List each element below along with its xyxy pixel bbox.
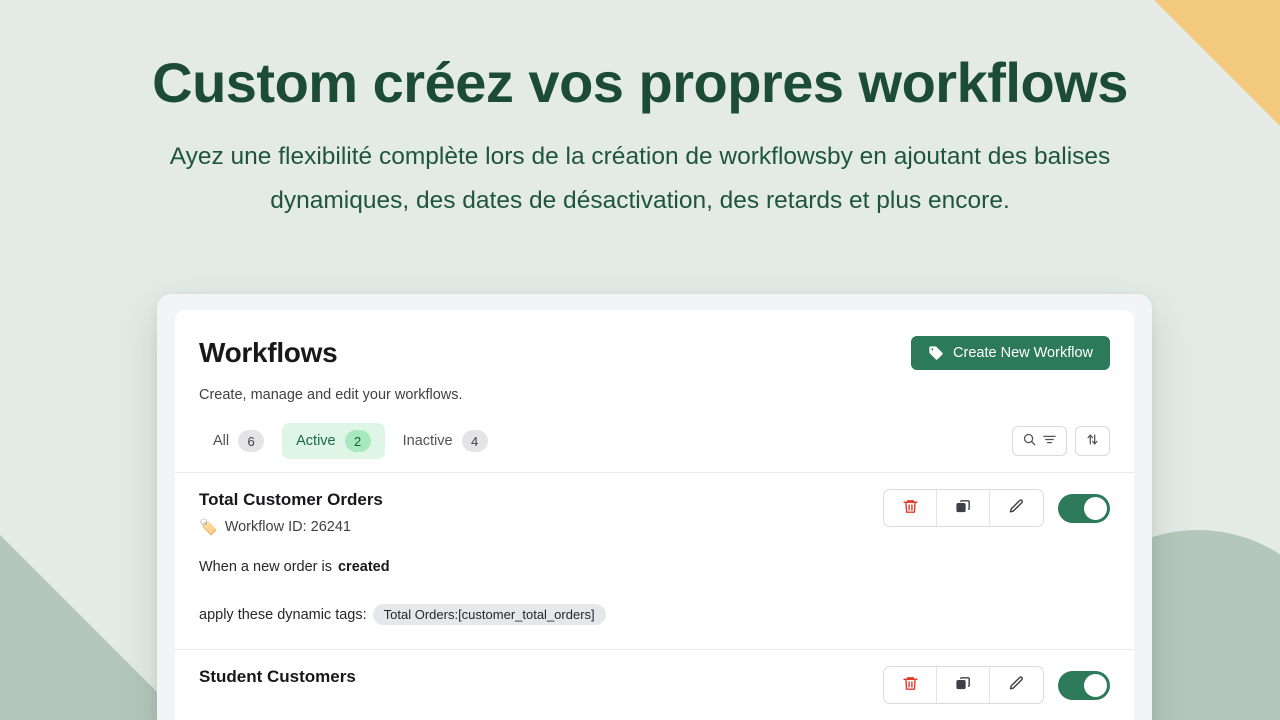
workflow-name: Total Customer Orders <box>199 489 383 511</box>
edit-button[interactable] <box>990 667 1043 703</box>
workflow-row[interactable]: Total Customer Orders 🏷️ Workflow ID: 26… <box>175 473 1134 650</box>
tab-all[interactable]: All 6 <box>199 423 278 459</box>
create-new-workflow-label: Create New Workflow <box>953 345 1093 361</box>
workflow-id: 🏷️ Workflow ID: 26241 <box>199 519 383 535</box>
trash-icon <box>902 675 919 695</box>
hero-title: Custom créez vos propres workflows <box>0 52 1280 115</box>
tab-all-label: All <box>213 433 229 449</box>
filter-lines-icon <box>1042 432 1057 450</box>
copy-icon <box>955 498 972 518</box>
workflow-enabled-toggle[interactable] <box>1058 671 1110 700</box>
delete-button[interactable] <box>884 490 937 526</box>
tab-active-count: 2 <box>345 430 371 452</box>
workflow-trigger-prefix: When a new order is <box>199 559 332 575</box>
hero-section: Custom créez vos propres workflows Ayez … <box>0 0 1280 223</box>
search-filter-button[interactable] <box>1012 426 1067 456</box>
workflow-trigger-event: created <box>338 559 390 575</box>
workflow-id-label: Workflow ID: 26241 <box>225 519 351 535</box>
row-actions <box>883 489 1110 527</box>
tab-active-label: Active <box>296 433 336 449</box>
toggle-knob <box>1084 497 1107 520</box>
filter-actions <box>1012 426 1110 456</box>
tag-icon: 🏷️ <box>199 520 218 535</box>
workflow-tags-label: apply these dynamic tags: <box>199 607 367 623</box>
tab-inactive-label: Inactive <box>403 433 453 449</box>
dynamic-tag-chip: Total Orders:[customer_total_orders] <box>373 604 606 625</box>
toggle-knob <box>1084 674 1107 697</box>
pencil-icon <box>1008 675 1025 695</box>
tab-all-count: 6 <box>238 430 264 452</box>
status-tabs: All 6 Active 2 Inactive 4 <box>199 423 502 459</box>
copy-icon <box>955 675 972 695</box>
delete-button[interactable] <box>884 667 937 703</box>
search-icon <box>1022 432 1037 450</box>
tag-icon <box>928 345 944 361</box>
row-action-button-group <box>883 489 1044 527</box>
tab-active[interactable]: Active 2 <box>282 423 385 459</box>
workflow-name: Student Customers <box>199 666 356 688</box>
duplicate-button[interactable] <box>937 667 990 703</box>
hero-subtitle: Ayez une flexibilité complète lors de la… <box>110 135 1170 223</box>
workflow-row[interactable]: Student Customers <box>175 650 1134 720</box>
workflow-trigger: When a new order is created <box>199 559 1110 575</box>
filter-row: All 6 Active 2 Inactive 4 <box>175 403 1134 473</box>
create-new-workflow-button[interactable]: Create New Workflow <box>911 336 1110 370</box>
pencil-icon <box>1008 498 1025 518</box>
edit-button[interactable] <box>990 490 1043 526</box>
workflows-app-card: Workflows Create New Workflow Create, ma… <box>175 310 1134 720</box>
row-actions <box>883 666 1110 704</box>
page-subtitle: Create, manage and edit your workflows. <box>199 387 1110 403</box>
workflow-info: Total Customer Orders 🏷️ Workflow ID: 26… <box>199 489 383 535</box>
tab-inactive[interactable]: Inactive 4 <box>389 423 502 459</box>
workflow-enabled-toggle[interactable] <box>1058 494 1110 523</box>
duplicate-button[interactable] <box>937 490 990 526</box>
card-header: Workflows Create New Workflow Create, ma… <box>175 310 1134 403</box>
page-title: Workflows <box>199 336 337 370</box>
workflow-dynamic-tags: apply these dynamic tags: Total Orders:[… <box>199 604 1110 625</box>
device-frame: Workflows Create New Workflow Create, ma… <box>157 294 1152 720</box>
workflow-info: Student Customers <box>199 666 356 688</box>
trash-icon <box>902 498 919 518</box>
sort-button[interactable] <box>1075 426 1110 456</box>
tab-inactive-count: 4 <box>462 430 488 452</box>
sort-arrows-icon <box>1085 432 1100 450</box>
row-action-button-group <box>883 666 1044 704</box>
